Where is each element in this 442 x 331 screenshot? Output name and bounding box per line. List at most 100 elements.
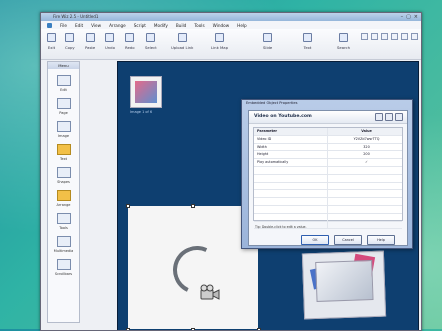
- menu-tools[interactable]: Tools: [194, 23, 204, 28]
- left-panel-item-image[interactable]: Image: [48, 121, 79, 138]
- toolbar-search-button[interactable]: Search: [337, 33, 350, 50]
- toolbar-undo-button[interactable]: Undo: [105, 33, 115, 50]
- value-cell[interactable]: 200: [328, 151, 402, 158]
- left-panel-item-label: Edit: [60, 88, 67, 92]
- ok-button[interactable]: OK: [301, 235, 329, 245]
- menu-script[interactable]: Script: [134, 23, 146, 28]
- column-header-value: Value: [361, 129, 372, 133]
- link-map-icon: [215, 33, 224, 42]
- menu-bar: File Edit View Arrange Script Modify Bui…: [41, 21, 421, 29]
- table-row[interactable]: Width 320: [254, 143, 402, 152]
- menu-modify[interactable]: Modify: [154, 23, 168, 28]
- toolbar-label: Paste: [85, 45, 96, 50]
- redo-icon: [125, 33, 135, 42]
- left-panel-item-label: Multimedia: [53, 249, 74, 253]
- multimedia-icon: [56, 236, 71, 247]
- menu-window[interactable]: Window: [213, 23, 230, 28]
- table-row[interactable]: Height 200: [254, 151, 402, 160]
- left-panel-item-multimedia[interactable]: Multimedia: [48, 236, 79, 253]
- toolbar: Exit Copy Paste Undo Redo Select Upload …: [41, 29, 421, 60]
- toolbar-redo-button[interactable]: Redo: [125, 33, 135, 50]
- menu-help[interactable]: Help: [237, 23, 247, 28]
- cancel-button[interactable]: Cancel: [334, 235, 362, 245]
- param-cell: [254, 174, 328, 182]
- selection-handle[interactable]: [126, 204, 130, 208]
- left-panel-item-label: Arrange: [56, 203, 71, 207]
- toolbar-label: Copy: [65, 45, 75, 50]
- table-header-row: Parameter Value: [254, 128, 402, 136]
- table-row[interactable]: Play automatically ✓: [254, 159, 402, 167]
- left-panel-item-scrollbars[interactable]: Scrollbars: [48, 259, 79, 276]
- edit-icon: [56, 75, 71, 86]
- left-panel-item-arrange[interactable]: Arrange: [48, 190, 79, 207]
- mini-button-5[interactable]: [401, 33, 408, 40]
- value-cell[interactable]: 320: [328, 144, 402, 151]
- help-icon[interactable]: [395, 113, 403, 121]
- toolbar-slide-button[interactable]: Slide: [263, 33, 272, 50]
- value-cell: [328, 206, 402, 213]
- arrange-icon: [56, 190, 71, 201]
- image-icon: [56, 121, 71, 132]
- menu-view[interactable]: View: [91, 23, 101, 28]
- mini-button-4[interactable]: [391, 33, 398, 40]
- toolbar-exit-button[interactable]: Exit: [47, 33, 56, 50]
- left-panel: Menu Edit Page Image Text Shapes Arrange…: [47, 61, 80, 323]
- value-cell[interactable]: Y2VZd7wsrTTQ: [328, 136, 402, 143]
- toolbar-paste-button[interactable]: Paste: [85, 33, 95, 50]
- menu-build[interactable]: Build: [176, 23, 187, 28]
- copy-icon: [65, 33, 75, 42]
- param-cell: Play automatically: [254, 159, 328, 166]
- camera-photo-image[interactable]: [301, 250, 387, 320]
- table-row[interactable]: Video ID Y2VZd7wsrTTQ: [254, 135, 402, 144]
- toolbar-select-button[interactable]: Select: [145, 33, 157, 50]
- maximize-button[interactable]: ▢: [406, 14, 411, 20]
- parameter-table: Parameter Value Video ID Y2VZd7wsrTTQ Wid…: [253, 127, 403, 230]
- settings-icon[interactable]: [375, 113, 383, 121]
- column-header-parameter: Parameter: [254, 128, 328, 135]
- dialog-header: Video on Youtube.com: [249, 111, 407, 124]
- select-icon: [146, 33, 156, 42]
- title-bar: Fire Wiz 2.5 - Untitled1 – ▢ ×: [41, 13, 421, 21]
- checkbox-cell[interactable]: ✓: [328, 159, 402, 166]
- selection-handle[interactable]: [191, 204, 195, 208]
- close-button[interactable]: ×: [414, 14, 418, 20]
- image-thumbnail[interactable]: [130, 76, 162, 108]
- left-panel-item-tools[interactable]: Tools: [48, 213, 79, 230]
- toolbar-label: Link Map: [211, 45, 228, 50]
- left-panel-item-page[interactable]: Page: [48, 98, 79, 115]
- mini-button-2[interactable]: [371, 33, 378, 40]
- toolbar-upload-link-button[interactable]: Upload Link: [171, 33, 193, 50]
- menu-arrange[interactable]: Arrange: [109, 23, 126, 28]
- left-panel-item-label: Page: [59, 111, 68, 115]
- left-panel-item-shapes[interactable]: Shapes: [48, 167, 79, 184]
- mini-button-1[interactable]: [361, 33, 368, 40]
- toolbar-text-button[interactable]: Text: [303, 33, 312, 50]
- mini-button-3[interactable]: [381, 33, 388, 40]
- left-panel-item-edit[interactable]: Edit: [48, 75, 79, 92]
- selected-object[interactable]: [128, 206, 258, 329]
- menu-edit[interactable]: Edit: [75, 23, 83, 28]
- window-title: Fire Wiz 2.5 - Untitled1: [53, 14, 99, 19]
- video-camera-icon: [200, 284, 220, 300]
- table-row: [254, 174, 402, 183]
- table-row: [254, 182, 402, 191]
- param-cell: [254, 213, 328, 221]
- value-cell: [328, 167, 402, 174]
- value-cell: [328, 222, 402, 229]
- mini-button-6[interactable]: [411, 33, 418, 40]
- table-row: [254, 205, 402, 214]
- shapes-icon: [56, 167, 71, 178]
- help-button[interactable]: Help: [367, 235, 395, 245]
- toolbar-label: Redo: [125, 45, 135, 50]
- minimize-button[interactable]: –: [401, 14, 404, 20]
- value-cell: [328, 190, 402, 197]
- menu-file[interactable]: File: [60, 23, 67, 28]
- table-row: [254, 190, 402, 199]
- toolbar-link-map-button[interactable]: Link Map: [211, 33, 228, 50]
- dialog-buttons: OK Cancel Help: [301, 235, 395, 245]
- toolbar-copy-button[interactable]: Copy: [65, 33, 75, 50]
- dialog-hint: Tip: Double-click to edit a value.: [255, 225, 307, 229]
- left-panel-item-text[interactable]: Text: [48, 144, 79, 161]
- link-icon[interactable]: [385, 113, 393, 121]
- left-panel-item-label: Tools: [59, 226, 68, 230]
